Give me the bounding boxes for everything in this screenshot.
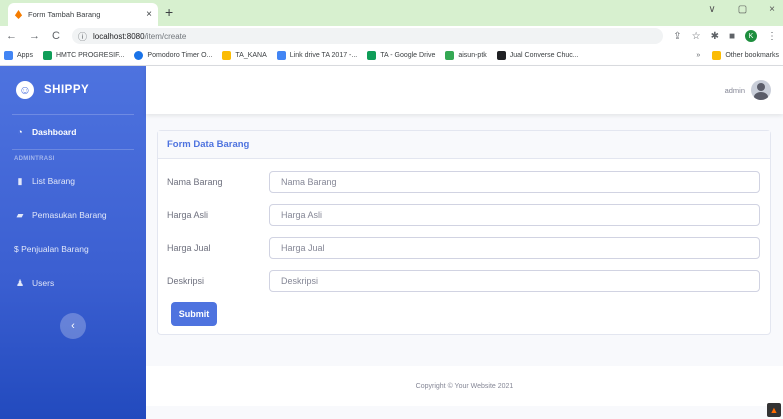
form-row-nama-barang: Nama Barang	[158, 171, 772, 193]
user-name: admin	[724, 85, 745, 95]
restore-icon[interactable]: ▢	[738, 4, 747, 15]
folder-icon	[712, 51, 722, 60]
site-info-icon[interactable]: ⓘ	[78, 30, 87, 43]
menu-icon[interactable]: ⋮	[767, 31, 777, 42]
bookmarks-right: » Other bookmarks	[696, 51, 779, 60]
bookmarks-more-icon[interactable]: »	[696, 52, 700, 59]
bookmark-ta-drive[interactable]: TA - Google Drive	[367, 51, 435, 60]
drive-icon	[42, 51, 52, 60]
sidebar-toggle-button[interactable]: ‹	[60, 313, 86, 339]
bookmark-star-icon[interactable]: ☆	[692, 31, 701, 42]
dashboard-icon: ◔	[17, 127, 23, 137]
new-tab-icon[interactable]: +	[165, 4, 173, 20]
sidebar: ☺ SHIPPY ◔ Dashboard ADMINTRASI ▮ List B…	[0, 66, 146, 419]
copyright-text: Copyright © Your Website 2021	[415, 382, 514, 390]
url-host: localhost:8080	[92, 31, 145, 41]
close-window-icon[interactable]: ×	[769, 4, 775, 15]
toolbar-icons: ⇪ ☆ ✱ ■ K ⋮	[673, 30, 777, 42]
tab-close-icon[interactable]: ×	[146, 9, 152, 20]
nama-barang-label: Nama Barang	[167, 177, 223, 187]
sidebar-item-pemasukan-barang[interactable]: ▰ Pemasukan Barang	[0, 198, 146, 232]
form-row-harga-jual: Harga Jual	[158, 237, 772, 259]
sidebar-item-users[interactable]: ♟ Users	[0, 266, 146, 300]
form-card: Form Data Barang Nama Barang Harga Asli …	[157, 130, 771, 335]
nama-barang-input[interactable]	[269, 171, 760, 193]
truck-icon: ▰	[16, 209, 24, 220]
z-icon	[496, 51, 506, 60]
harga-asli-label: Harga Asli	[167, 210, 209, 220]
bookmark-ta-kana[interactable]: TA_KANA	[222, 51, 267, 60]
form-row-harga-asli: Harga Asli	[158, 204, 772, 226]
deskripsi-input[interactable]	[269, 270, 760, 292]
bookmark-link-drive[interactable]: Link drive TA 2017 -...	[276, 51, 357, 60]
docs-icon	[276, 51, 286, 60]
brand-name: SHIPPY	[44, 84, 90, 96]
bookmark-hmtc[interactable]: HMTC PROGRESIF...	[42, 51, 124, 60]
avatar	[751, 80, 771, 100]
brand[interactable]: ☺ SHIPPY	[0, 66, 146, 114]
sidepanel-icon[interactable]: ■	[729, 31, 735, 42]
submit-button[interactable]: Submit	[171, 302, 217, 326]
bookmark-converse[interactable]: Jual Converse Chuc...	[496, 51, 579, 60]
laugh-icon: ☺	[16, 81, 34, 99]
flame-icon: ▲	[767, 403, 781, 417]
folder-icon	[222, 51, 232, 60]
user-dropdown[interactable]: admin	[725, 80, 771, 100]
browser-tab-bar: Form Tambah Barang × + ∨ ▢ ×	[0, 0, 783, 26]
deskripsi-label: Deskripsi	[167, 276, 205, 286]
sidebar-item-list-barang[interactable]: ▮ List Barang	[0, 164, 146, 198]
plus-icon	[445, 51, 455, 60]
forward-icon[interactable]: →	[29, 30, 40, 42]
browser-tab[interactable]: Form Tambah Barang ×	[8, 3, 158, 26]
form-row-deskripsi: Deskripsi	[158, 270, 772, 292]
address-bar[interactable]: ⓘ localhost:8080/item/create	[71, 28, 664, 44]
sidebar-item-penjualan-barang[interactable]: $ Penjualan Barang	[0, 232, 146, 266]
profile-avatar[interactable]: K	[745, 30, 757, 42]
topbar: admin	[146, 66, 783, 114]
bookmark-pomodoro[interactable]: Pomodoro Timer O...	[134, 51, 212, 60]
url-path: /item/create	[144, 31, 187, 41]
bookmark-aisun[interactable]: aisun-ptk	[445, 51, 487, 60]
reload-icon[interactable]: C	[52, 30, 60, 42]
harga-jual-label: Harga Jual	[167, 243, 211, 253]
form-title: Form Data Barang	[158, 131, 770, 159]
tab-search-icon[interactable]: ∨	[708, 4, 715, 15]
apps-grid-icon	[4, 51, 13, 60]
favicon-icon	[14, 10, 23, 19]
check-circle-icon	[134, 51, 144, 60]
tab-title: Form Tambah Barang	[28, 10, 101, 19]
other-bookmarks[interactable]: Other bookmarks	[725, 52, 779, 59]
browser-toolbar: ← → C ⓘ localhost:8080/item/create ⇪ ☆ ✱…	[0, 26, 783, 46]
users-icon: ♟	[15, 277, 25, 288]
clipboard-icon: ▮	[17, 175, 23, 186]
harga-asli-input[interactable]	[269, 204, 760, 226]
footer: Copyright © Your Website 2021	[146, 366, 783, 406]
bookmarks-bar: Apps HMTC PROGRESIF... Pomodoro Timer O.…	[0, 46, 783, 66]
sidebar-item-dashboard[interactable]: ◔ Dashboard	[0, 115, 146, 149]
bookmark-apps[interactable]: Apps	[4, 51, 33, 60]
harga-jual-input[interactable]	[269, 237, 760, 259]
share-icon[interactable]: ⇪	[673, 31, 681, 42]
window-controls: ∨ ▢ ×	[708, 4, 775, 15]
back-icon[interactable]: ←	[6, 30, 17, 42]
extensions-icon[interactable]: ✱	[711, 31, 719, 42]
drive-icon	[367, 51, 377, 60]
sidebar-heading: ADMINTRASI	[14, 156, 55, 162]
